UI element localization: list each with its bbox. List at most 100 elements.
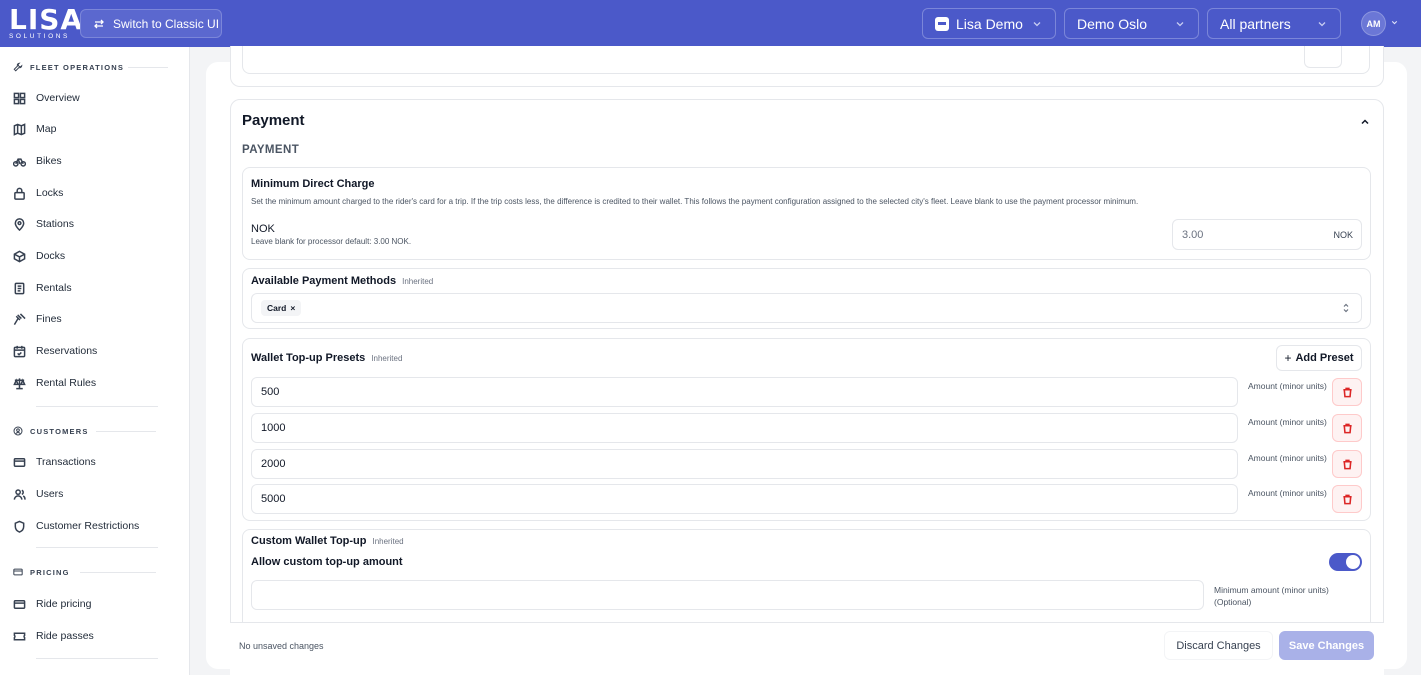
- credit-card-icon: [13, 457, 26, 467]
- trash-icon: [1342, 387, 1352, 397]
- currency-suffix: NOK: [1333, 229, 1353, 240]
- sidebar-item-map[interactable]: Map: [13, 119, 56, 139]
- user-avatar[interactable]: AM: [1361, 11, 1386, 36]
- switch-classic-ui-button[interactable]: Switch to Classic UI: [80, 9, 222, 38]
- delete-preset-button[interactable]: [1332, 450, 1362, 478]
- chevron-up-icon[interactable]: [1359, 116, 1371, 128]
- sidebar-item-customer-restrictions[interactable]: Customer Restrictions: [13, 516, 139, 536]
- previous-section-field: [242, 46, 1370, 74]
- payment-methods-select[interactable]: [251, 293, 1362, 323]
- trash-icon: [1342, 423, 1352, 433]
- map-icon: [13, 122, 26, 136]
- sidebar-item-label: Rentals: [36, 282, 72, 294]
- payment-method-chip[interactable]: Card ×: [261, 300, 302, 316]
- org-select-value: Lisa Demo: [956, 15, 1023, 32]
- delete-preset-button[interactable]: [1332, 485, 1362, 513]
- preset-amount-input[interactable]: 1000: [251, 413, 1238, 443]
- discard-changes-button[interactable]: Discard Changes: [1164, 631, 1273, 660]
- custom-topup-title: Custom Wallet Top-up: [251, 535, 367, 547]
- preset-amount-label: Amount (minor units): [1248, 453, 1327, 463]
- divider: [36, 406, 158, 407]
- calendar-check-icon: [13, 345, 26, 357]
- toggle-knob: [1346, 555, 1360, 569]
- city-select[interactable]: Demo Oslo: [1064, 8, 1199, 39]
- top-bar: LISA SOLUTIONS Switch to Classic UI Lisa…: [0, 0, 1421, 47]
- chevron-down-icon: [1318, 22, 1326, 27]
- divider: [36, 547, 158, 548]
- sidebar-item-fines[interactable]: Fines: [13, 309, 62, 329]
- chevron-down-icon[interactable]: [1390, 18, 1399, 27]
- switch-classic-ui-label: Switch to Classic UI: [113, 16, 220, 31]
- credit-card-icon: [13, 599, 26, 609]
- sidebar-item-label: Map: [36, 123, 57, 135]
- trash-icon: [1342, 459, 1352, 469]
- min-direct-charge-label: Minimum Direct Charge: [251, 178, 375, 190]
- document-list-icon: [14, 282, 25, 294]
- sidebar-item-locks[interactable]: Locks: [13, 183, 63, 203]
- partner-select[interactable]: All partners: [1207, 8, 1341, 39]
- preset-amount-input[interactable]: 2000: [251, 449, 1238, 479]
- delete-preset-button[interactable]: [1332, 378, 1362, 406]
- delete-preset-button[interactable]: [1332, 414, 1362, 442]
- divider: [36, 658, 158, 659]
- inherited-badge: Inherited: [402, 277, 434, 286]
- sidebar-item-label: Users: [36, 488, 64, 500]
- payment-section-title[interactable]: Payment: [242, 112, 305, 129]
- sidebar-item-label: Transactions: [36, 456, 96, 468]
- section-title: CUSTOMERS: [30, 426, 89, 436]
- close-icon[interactable]: ×: [290, 303, 295, 313]
- min-amount-input[interactable]: [251, 580, 1204, 610]
- min-direct-charge-input[interactable]: 3.00 NOK: [1172, 219, 1362, 250]
- divider: [80, 572, 156, 573]
- add-preset-button[interactable]: + Add Preset: [1276, 345, 1362, 371]
- previous-section-button[interactable]: [1304, 46, 1342, 68]
- logo-main-text: LISA: [9, 3, 84, 36]
- chevron-down-icon: [1176, 22, 1184, 27]
- sidebar-item-overview[interactable]: Overview: [13, 88, 80, 108]
- min-direct-charge-placeholder: 3.00: [1182, 228, 1204, 241]
- sidebar-item-rental-rules[interactable]: Rental Rules: [13, 373, 96, 393]
- chevron-up-down-icon: [1343, 303, 1349, 313]
- swap-icon: [94, 19, 104, 28]
- sidebar-item-bikes[interactable]: Bikes: [13, 151, 62, 171]
- preset-amount-input[interactable]: 5000: [251, 484, 1238, 514]
- sidebar-item-users[interactable]: Users: [13, 484, 63, 504]
- preset-amount-input[interactable]: 500: [251, 377, 1238, 407]
- gavel-icon: [13, 312, 26, 325]
- unsaved-status: No unsaved changes: [239, 641, 324, 651]
- min-amount-label: Minimum amount (minor units) (Optional): [1214, 585, 1329, 607]
- currency-hint: Leave blank for processor default: 3.00 …: [251, 237, 412, 246]
- sidebar-item-docks[interactable]: Docks: [13, 246, 65, 266]
- preset-amount-label: Amount (minor units): [1248, 381, 1327, 391]
- sidebar-item-label: Reservations: [36, 345, 98, 357]
- sidebar-item-stations[interactable]: Stations: [13, 214, 74, 234]
- allow-custom-topup-toggle[interactable]: [1329, 553, 1362, 571]
- sidebar-item-ride-passes[interactable]: Ride passes: [13, 626, 94, 646]
- sidebar-item-ride-pricing[interactable]: Ride pricing: [13, 594, 91, 614]
- sidebar-item-rentals[interactable]: Rentals: [13, 278, 72, 298]
- lisa-logo[interactable]: LISA SOLUTIONS: [9, 3, 84, 41]
- custom-topup-label: Custom Wallet Top-up Inherited: [251, 535, 404, 547]
- payment-subheading: PAYMENT: [242, 144, 300, 156]
- preset-amount-label: Amount (minor units): [1248, 488, 1327, 498]
- org-logo-icon: [935, 16, 949, 31]
- divider: [96, 431, 156, 432]
- min-direct-charge-description: Set the minimum amount charged to the ri…: [251, 197, 1139, 206]
- logo-sub-text: SOLUTIONS: [9, 33, 70, 40]
- sidebar-item-reservations[interactable]: Reservations: [13, 341, 97, 361]
- partner-select-value: All partners: [1220, 15, 1291, 32]
- inherited-badge: Inherited: [372, 537, 404, 546]
- sidebar-item-label: Overview: [36, 92, 80, 104]
- section-title: PRICING: [30, 567, 70, 577]
- pin-icon: [14, 217, 25, 231]
- preset-amount-label: Amount (minor units): [1248, 417, 1327, 427]
- divider: [128, 67, 168, 68]
- sidebar-item-transactions[interactable]: Transactions: [13, 452, 96, 472]
- chip-label: Card: [267, 303, 287, 313]
- section-customers: CUSTOMERS: [13, 425, 89, 437]
- wallet-presets-title: Wallet Top-up Presets: [251, 352, 366, 364]
- sidebar-item-label: Ride pricing: [36, 598, 92, 610]
- add-preset-label: Add Preset: [1295, 352, 1354, 364]
- save-changes-button[interactable]: Save Changes: [1279, 631, 1374, 660]
- org-select[interactable]: Lisa Demo: [922, 8, 1056, 39]
